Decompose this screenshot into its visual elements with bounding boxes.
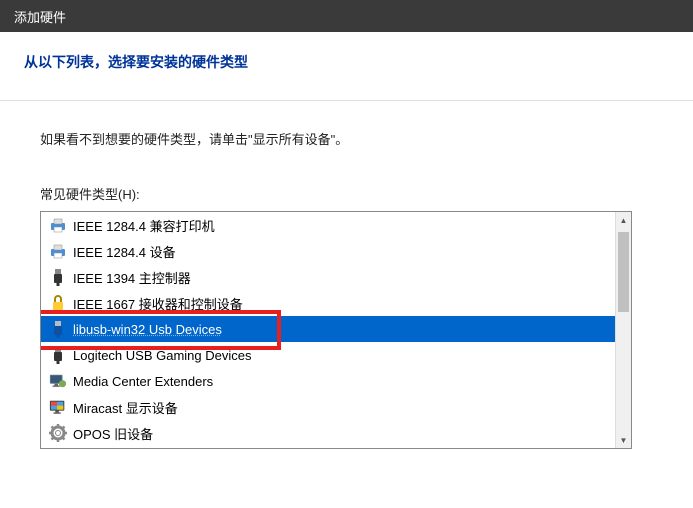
gear-icon [49, 424, 67, 442]
monitor-icon [49, 372, 67, 390]
list-label: 常见硬件类型(H): [40, 184, 653, 203]
page-heading: 从以下列表，选择要安装的硬件类型 [24, 52, 669, 72]
list-item-label: IEEE 1394 主控制器 [73, 268, 191, 287]
list-item[interactable]: IEEE 1284.4 设备 [41, 238, 615, 264]
lock-device-icon [49, 294, 67, 312]
list-item-label: OPOS 旧设备 [73, 424, 153, 443]
list-item[interactable]: IEEE 1667 接收器和控制设备 [41, 290, 615, 316]
scroll-up-arrow[interactable]: ▲ [616, 212, 631, 228]
header-section: 从以下列表，选择要安装的硬件类型 [0, 32, 693, 101]
printer-icon [49, 242, 67, 260]
list-item[interactable]: OPOS 旧设备 [41, 420, 615, 446]
scroll-down-arrow[interactable]: ▼ [616, 432, 631, 448]
list-item-label: libusb-win32 Usb Devices [73, 322, 222, 337]
list-item-label: IEEE 1284.4 兼容打印机 [73, 216, 215, 235]
list-item-label: Miracast 显示设备 [73, 398, 178, 417]
list-item-label: Media Center Extenders [73, 374, 213, 389]
list-item[interactable]: Miracast 显示设备 [41, 394, 615, 420]
printer-icon [49, 216, 67, 234]
hardware-type-listbox[interactable]: IEEE 1284.4 兼容打印机 IEEE 1284.4 设备 IEEE 1394… [40, 211, 632, 449]
instruction-text: 如果看不到想要的硬件类型，请单击"显示所有设备"。 [40, 129, 653, 148]
list-item[interactable]: libusb-win32 Usb Devices [41, 316, 615, 342]
list-item-label: IEEE 1667 接收器和控制设备 [73, 294, 243, 313]
list-item[interactable]: IEEE 1394 主控制器 [41, 264, 615, 290]
list-item[interactable]: Logitech USB Gaming Devices [41, 342, 615, 368]
list-item-label: IEEE 1284.4 设备 [73, 242, 176, 261]
scroll-thumb[interactable] [618, 232, 629, 312]
usb-plug-icon [49, 268, 67, 286]
body-section: 如果看不到想要的硬件类型，请单击"显示所有设备"。 常见硬件类型(H): IEE… [0, 101, 693, 449]
list-item-label: Logitech USB Gaming Devices [73, 348, 251, 363]
titlebar: 添加硬件 [0, 0, 693, 32]
monitor-color-icon [49, 398, 67, 416]
scrollbar[interactable]: ▲ ▼ [615, 212, 631, 448]
list-item[interactable]: IEEE 1284.4 兼容打印机 [41, 212, 615, 238]
usb-plug-icon [49, 346, 67, 364]
window-title: 添加硬件 [14, 7, 66, 26]
list-item[interactable]: Media Center Extenders [41, 368, 615, 394]
usb-plug-blue-icon [49, 320, 67, 338]
